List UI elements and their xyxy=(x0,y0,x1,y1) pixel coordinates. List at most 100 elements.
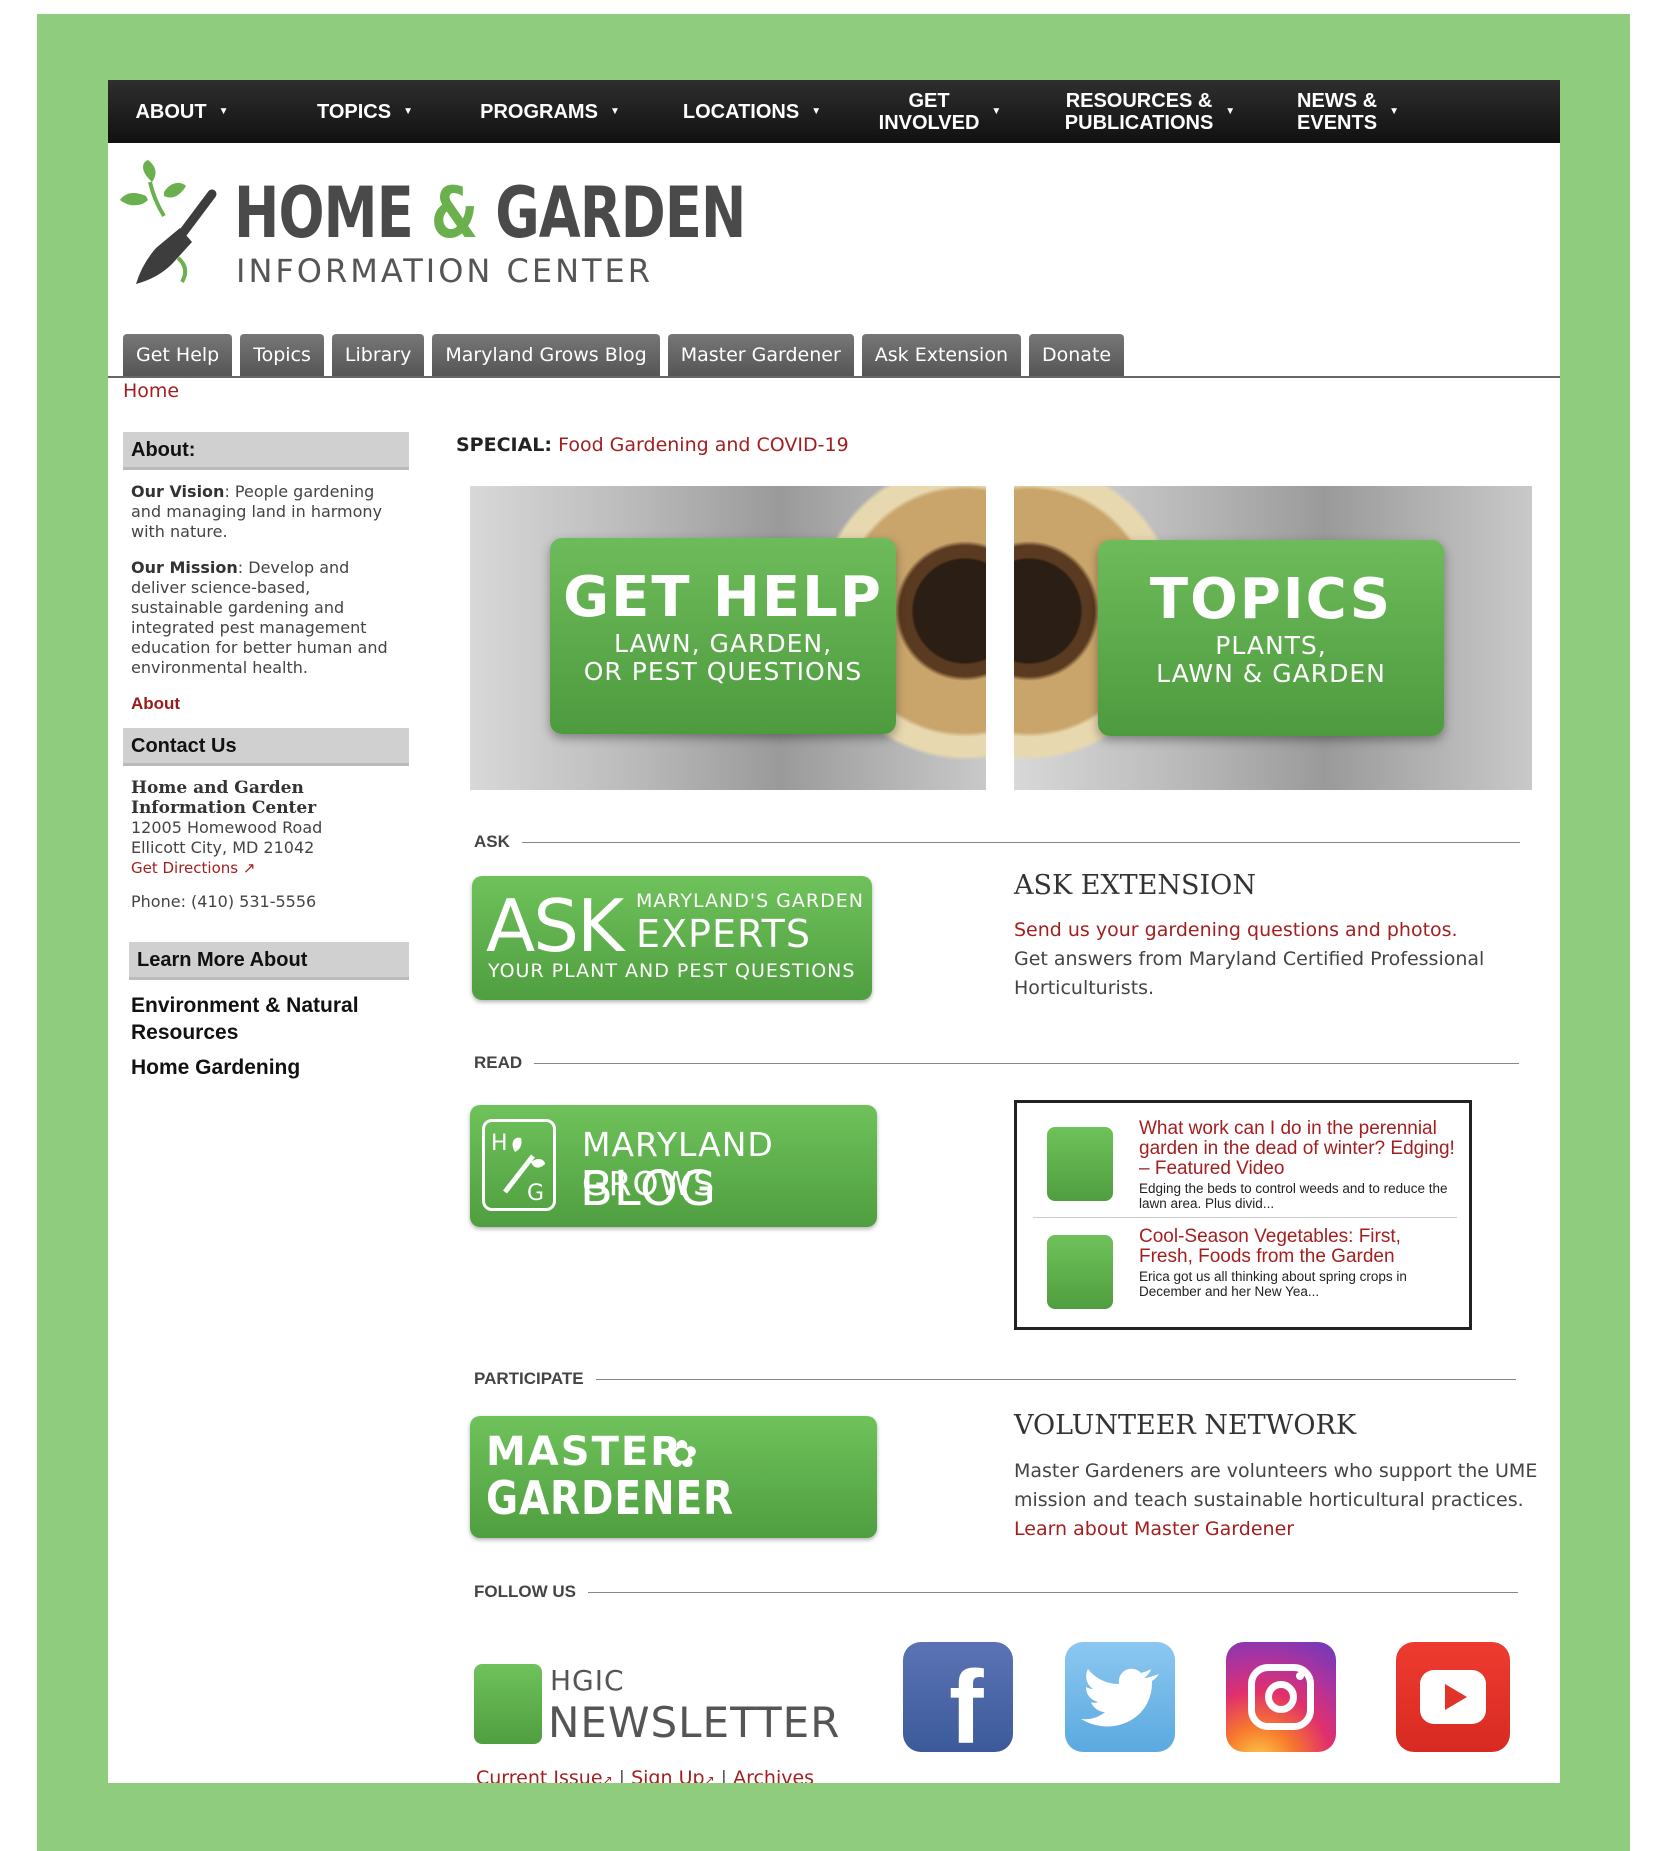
nav-locations-label: LOCATIONS xyxy=(682,100,800,123)
nav-resources-label: RESOURCES & PUBLICATIONS xyxy=(1064,89,1214,134)
topics-banner[interactable]: TOPICS PLANTS, LAWN & GARDEN xyxy=(1014,486,1532,790)
caret-down-icon: ▼ xyxy=(811,105,822,117)
ask-extension-desc: Get answers from Maryland Certified Prof… xyxy=(1014,948,1485,999)
get-directions-link[interactable]: Get Directions ↗ xyxy=(131,858,401,878)
section-follow: FOLLOW US xyxy=(474,1582,1518,1602)
caret-down-icon: ▼ xyxy=(609,105,620,117)
hg-leaf-icon xyxy=(1047,1127,1113,1201)
ask-mid-text: EXPERTS xyxy=(636,912,811,956)
play-icon xyxy=(1445,1684,1467,1710)
nav-about[interactable]: ABOUT ▼ xyxy=(108,80,256,143)
section-ask: ASK xyxy=(474,832,1520,852)
section-divider xyxy=(595,1378,1516,1380)
about-link[interactable]: About xyxy=(123,678,409,714)
nav-locations[interactable]: LOCATIONS ▼ xyxy=(662,80,842,143)
section-participate-label: PARTICIPATE xyxy=(474,1369,584,1388)
tab-master-gardener[interactable]: Master Gardener xyxy=(667,334,854,376)
hg-leaf-icon xyxy=(1047,1235,1113,1309)
sidebar: About: Our Vision: People gardening and … xyxy=(123,432,409,1081)
blog-line2: BLOG xyxy=(580,1161,717,1217)
address-line-2: Ellicott City, MD 21042 xyxy=(131,838,315,857)
phone: Phone: (410) 531-5556 xyxy=(131,892,317,911)
tab-ask-extension[interactable]: Ask Extension xyxy=(861,334,1021,376)
mg-line1: MASTER xyxy=(486,1429,683,1475)
tab-divider xyxy=(108,376,1560,378)
feed-item-title[interactable]: Cool-Season Vegetables: First, Fresh, Fo… xyxy=(1139,1227,1459,1267)
contact-block: Home and Garden Information Center 12005… xyxy=(123,766,409,912)
feed-item[interactable]: Cool-Season Vegetables: First, Fresh, Fo… xyxy=(1033,1227,1457,1327)
mission-text: Our Mission: Develop and deliver science… xyxy=(131,558,388,677)
breadcrumb-home[interactable]: Home xyxy=(123,380,179,402)
section-read-label: READ xyxy=(474,1053,523,1072)
sidebar-contact-heading: Contact Us xyxy=(123,728,409,766)
ask-extension-text: Send us your gardening questions and pho… xyxy=(1014,916,1534,1003)
volunteer-link[interactable]: Learn about Master Gardener xyxy=(1014,1518,1294,1540)
section-participate: PARTICIPATE xyxy=(474,1369,1516,1389)
separator: | xyxy=(714,1767,734,1783)
nav-topics[interactable]: TOPICS ▼ xyxy=(290,80,440,143)
sign-up-link[interactable]: Sign Up xyxy=(631,1767,704,1783)
special-label: SPECIAL: xyxy=(456,434,553,456)
ask-bottom-text: YOUR PLANT AND PEST QUESTIONS xyxy=(488,960,856,982)
ask-extension-link[interactable]: Send us your gardening questions and pho… xyxy=(1014,919,1458,941)
master-gardener-button[interactable]: MASTER GARDENER ✿ xyxy=(470,1416,877,1538)
get-help-banner[interactable]: GET HELP LAWN, GARDEN, OR PEST QUESTIONS xyxy=(470,486,986,790)
blog-feed: What work can I do in the perennial gard… xyxy=(1014,1100,1472,1330)
nav-programs-label: PROGRAMS xyxy=(480,100,598,123)
ask-top-text: MARYLAND'S GARDEN xyxy=(636,890,864,912)
nav-news[interactable]: NEWS & EVENTS ▼ xyxy=(1278,80,1418,143)
learn-link-environment[interactable]: Environment & Natural Resources xyxy=(123,992,409,1046)
nav-get-involved-label: GET INVOLVED xyxy=(878,89,980,134)
svg-text:H: H xyxy=(491,1131,508,1156)
external-link-icon: ↗ xyxy=(704,1773,715,1783)
nav-get-involved[interactable]: GET INVOLVED ▼ xyxy=(860,80,1020,143)
archives-link[interactable]: Archives xyxy=(733,1767,814,1783)
hg-leaf-icon xyxy=(474,1664,542,1744)
facebook-glyph: f xyxy=(949,1650,984,1766)
page: ABOUT ▼ TOPICS ▼ PROGRAMS ▼ LOCATIONS ▼ GET I… xyxy=(108,80,1560,1783)
tab-donate[interactable]: Donate xyxy=(1029,334,1125,376)
youtube-icon[interactable] xyxy=(1396,1642,1510,1752)
tab-library[interactable]: Library xyxy=(331,334,425,376)
caret-down-icon: ▼ xyxy=(218,105,229,117)
topics-line2: LAWN & GARDEN xyxy=(1156,659,1386,688)
tab-topics[interactable]: Topics xyxy=(240,334,324,376)
current-issue-link[interactable]: Current Issue xyxy=(476,1767,603,1783)
hg-leaf-icon: HG xyxy=(482,1119,556,1211)
ask-experts-button[interactable]: ASK MARYLAND'S GARDEN EXPERTS YOUR PLANT… xyxy=(472,876,872,1000)
nav-programs[interactable]: PROGRAMS ▼ xyxy=(460,80,640,143)
maryland-grows-blog-button[interactable]: HG MARYLAND GROWS BLOG xyxy=(470,1105,877,1227)
top-nav: ABOUT ▼ TOPICS ▼ PROGRAMS ▼ LOCATIONS ▼ GET I… xyxy=(108,80,1560,143)
sidebar-learn-heading: Learn More About xyxy=(129,942,409,980)
bird-icon xyxy=(1081,1668,1159,1727)
section-follow-label: FOLLOW US xyxy=(474,1582,576,1601)
caret-down-icon: ▼ xyxy=(991,105,1002,117)
section-divider xyxy=(587,1591,1518,1593)
nav-resources[interactable]: RESOURCES & PUBLICATIONS ▼ xyxy=(1050,80,1250,143)
leaf-icon: HG xyxy=(491,1131,545,1206)
site-logo[interactable]: HOME & GARDEN INFORMATION CENTER xyxy=(120,160,746,300)
learn-link-home-gardening[interactable]: Home Gardening xyxy=(123,1054,409,1081)
address-line-1: 12005 Homewood Road xyxy=(131,818,323,837)
tab-maryland-grows-blog[interactable]: Maryland Grows Blog xyxy=(432,334,660,376)
volunteer-heading: VOLUNTEER NETWORK xyxy=(1014,1410,1357,1441)
section-divider xyxy=(521,841,1520,843)
newsletter-big: NEWSLETTER xyxy=(548,1698,841,1747)
feed-item-title[interactable]: What work can I do in the perennial gard… xyxy=(1139,1119,1459,1179)
instagram-icon[interactable] xyxy=(1226,1642,1336,1752)
twitter-icon[interactable] xyxy=(1065,1642,1175,1752)
tab-bar: Get Help Topics Library Maryland Grows B… xyxy=(123,334,1125,376)
special-link[interactable]: Food Gardening and COVID-19 xyxy=(558,434,849,456)
feed-divider xyxy=(1033,1217,1457,1218)
tab-get-help[interactable]: Get Help xyxy=(123,334,233,376)
nav-topics-label: TOPICS xyxy=(317,100,392,123)
feed-item[interactable]: What work can I do in the perennial gard… xyxy=(1033,1119,1457,1219)
newsletter-logo[interactable]: HGIC NEWSLETTER xyxy=(474,1664,854,1754)
org-name: Home and Garden Information Center xyxy=(131,778,317,818)
ask-big-text: ASK xyxy=(486,884,624,968)
get-help-title: GET HELP xyxy=(563,565,883,630)
get-help-box: GET HELP LAWN, GARDEN, OR PEST QUESTIONS xyxy=(550,538,896,734)
facebook-icon[interactable]: f xyxy=(903,1642,1013,1760)
caret-down-icon: ▼ xyxy=(1225,105,1236,117)
nav-news-label: NEWS & EVENTS xyxy=(1297,89,1378,134)
